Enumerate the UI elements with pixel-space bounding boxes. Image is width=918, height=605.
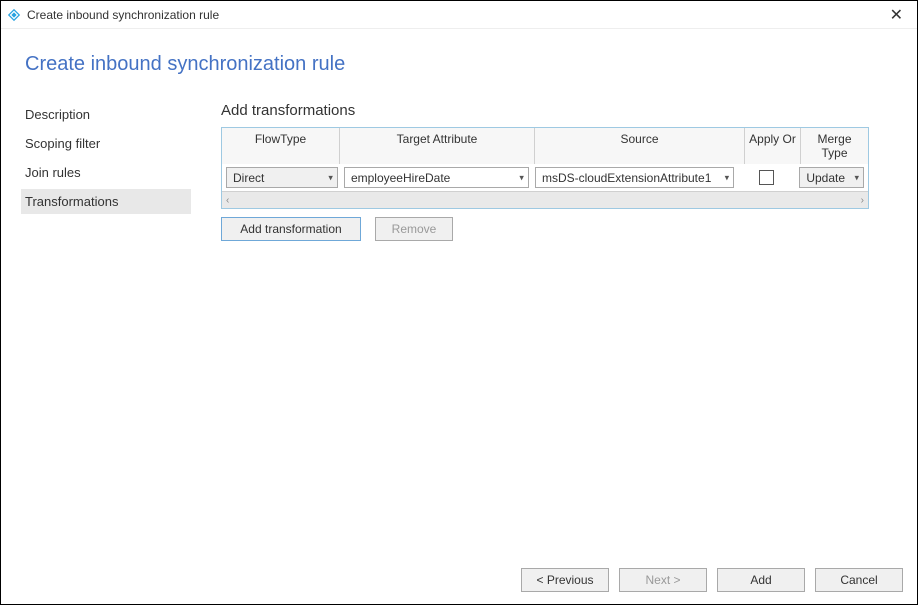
target-attribute-dropdown[interactable]: employeeHireDate ▾ xyxy=(344,167,529,188)
sidebar-item-scoping-filter[interactable]: Scoping filter xyxy=(21,131,191,156)
col-header-target-attribute: Target Attribute xyxy=(340,128,535,164)
previous-button[interactable]: < Previous xyxy=(521,568,609,592)
app-icon xyxy=(7,8,21,22)
col-header-merge-type: Merge Type xyxy=(801,128,868,164)
flowtype-value: Direct xyxy=(233,171,264,185)
cancel-button[interactable]: Cancel xyxy=(815,568,903,592)
merge-type-dropdown[interactable]: Update ▾ xyxy=(799,167,864,188)
wizard-footer: < Previous Next > Add Cancel xyxy=(1,556,917,604)
chevron-down-icon: ▾ xyxy=(854,172,859,183)
col-header-apply-once: Apply Or xyxy=(745,128,801,164)
merge-type-value: Update xyxy=(806,171,845,185)
chevron-down-icon: ▾ xyxy=(328,172,333,183)
page-title: Create inbound synchronization rule xyxy=(21,53,897,76)
col-header-source: Source xyxy=(535,128,745,164)
table-row: Direct ▾ employeeHireDate ▾ msDS-cloudEx… xyxy=(222,164,868,191)
remove-button[interactable]: Remove xyxy=(375,217,453,241)
chevron-down-icon: ▾ xyxy=(519,172,524,183)
window-title: Create inbound synchronization rule xyxy=(27,8,882,22)
sidebar-item-transformations[interactable]: Transformations xyxy=(21,189,191,214)
add-button[interactable]: Add xyxy=(717,568,805,592)
content-area: Create inbound synchronization rule Desc… xyxy=(1,29,917,556)
table-action-row: Add transformation Remove xyxy=(221,217,897,241)
wizard-sidebar: Description Scoping filter Join rules Tr… xyxy=(21,102,191,241)
table-header-row: FlowType Target Attribute Source Apply O… xyxy=(222,128,868,164)
col-header-flowtype: FlowType xyxy=(222,128,340,164)
scroll-left-icon[interactable]: ‹ xyxy=(226,195,229,206)
section-heading: Add transformations xyxy=(221,102,897,119)
target-attribute-value: employeeHireDate xyxy=(351,171,450,185)
horizontal-scrollbar[interactable]: ‹ › xyxy=(222,191,868,208)
apply-once-checkbox[interactable] xyxy=(759,170,774,185)
scroll-right-icon[interactable]: › xyxy=(861,195,864,206)
titlebar: Create inbound synchronization rule ✕ xyxy=(1,1,917,29)
chevron-down-icon: ▾ xyxy=(725,172,730,183)
add-transformation-button[interactable]: Add transformation xyxy=(221,217,361,241)
sidebar-item-join-rules[interactable]: Join rules xyxy=(21,160,191,185)
source-dropdown[interactable]: msDS-cloudExtensionAttribute1 ▾ xyxy=(535,167,734,188)
transformations-table: FlowType Target Attribute Source Apply O… xyxy=(221,127,869,209)
sidebar-item-description[interactable]: Description xyxy=(21,102,191,127)
next-button[interactable]: Next > xyxy=(619,568,707,592)
flowtype-dropdown[interactable]: Direct ▾ xyxy=(226,167,338,188)
source-value: msDS-cloudExtensionAttribute1 xyxy=(542,171,711,185)
main-panel: Add transformations FlowType Target Attr… xyxy=(221,102,897,241)
close-icon[interactable]: ✕ xyxy=(882,5,911,25)
